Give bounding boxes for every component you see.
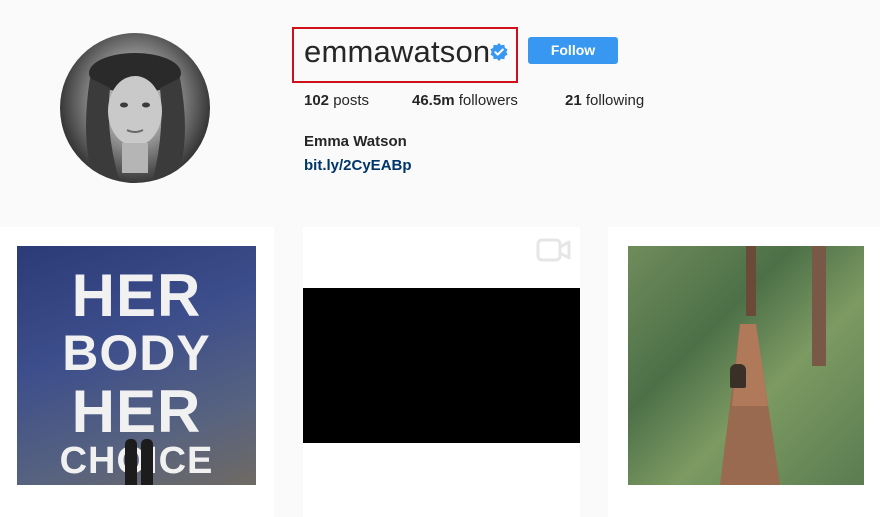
poster-figure-right <box>141 439 153 485</box>
post-tile-2[interactable] <box>303 227 580 517</box>
posts-label: posts <box>329 92 370 109</box>
poster-text-line-2: BODY <box>62 325 211 381</box>
following-count: 21 <box>565 92 582 109</box>
posts-count: 102 <box>304 92 330 109</box>
post-tile-3[interactable] <box>608 227 880 517</box>
forest-person <box>730 364 746 388</box>
verified-badge-icon <box>490 43 508 61</box>
profile-full-name: Emma Watson <box>304 133 407 150</box>
profile-username: emmawatson <box>304 34 491 69</box>
followers-count: 46.5m <box>412 92 455 109</box>
poster-text-line-1: HER <box>71 262 202 329</box>
followers-label: followers <box>454 92 518 109</box>
poster-figure-left <box>125 439 137 485</box>
fallen-log-graphic <box>720 324 780 485</box>
video-camera-icon <box>536 238 571 262</box>
post-image-forest <box>628 246 864 485</box>
profile-avatar[interactable] <box>60 33 210 183</box>
posts-stat: 102 posts <box>304 92 369 109</box>
follow-button[interactable]: Follow <box>528 37 618 64</box>
following-stat[interactable]: 21 following <box>565 92 644 109</box>
followers-stat[interactable]: 46.5m followers <box>412 92 518 109</box>
post-video-frame <box>303 288 580 443</box>
poster-text-line-3: HER <box>71 378 202 445</box>
post-tile-1[interactable]: HER BODY HER CHOICE <box>0 227 274 517</box>
post-image-poster: HER BODY HER CHOICE <box>17 246 256 485</box>
avatar-portrait <box>86 53 185 183</box>
profile-bio-link[interactable]: bit.ly/2CyEABp <box>304 157 412 174</box>
following-label: following <box>581 92 645 109</box>
